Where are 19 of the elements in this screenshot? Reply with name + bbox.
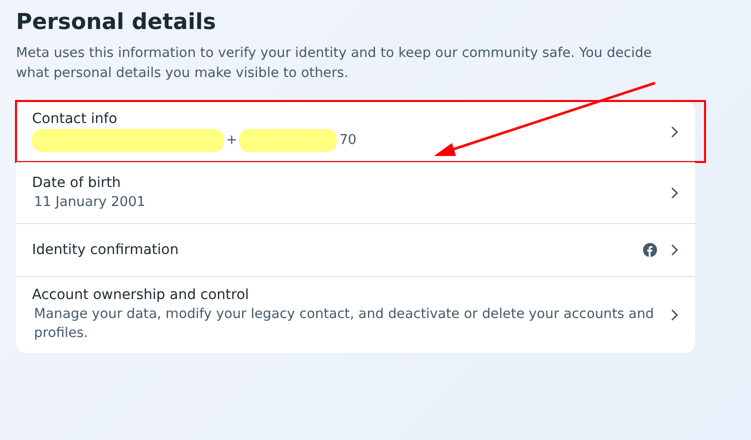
row-value: + — [225, 131, 238, 150]
details-row[interactable]: Date of birth 11 January 2001 — [16, 162, 695, 223]
row-value: 11 January 2001 — [33, 192, 146, 212]
row-label: Account ownership and control — [32, 287, 250, 303]
row-label: Contact info — [32, 111, 118, 127]
page-title: Personal details — [16, 10, 218, 35]
row-label: Identity confirmation — [32, 242, 180, 258]
description-text: Meta uses this information to verify your identity and to keep our community safe. You decide what personal details you make visible to others. — [16, 44, 653, 83]
chevron-right-icon — [669, 124, 679, 138]
details-row[interactable]: Account ownership and control Manage your data, modify your legacy contact, and deactivate or delete your accounts and profiles. — [16, 276, 695, 353]
details-row[interactable]: Contact info + 70 — [16, 101, 695, 162]
chevron-right-icon — [669, 308, 679, 322]
row-label: Date of birth — [32, 174, 122, 190]
row-value: 70 — [338, 131, 358, 150]
facebook-icon — [643, 243, 657, 257]
details-row[interactable]: Identity confirmation — [16, 223, 695, 276]
chevron-right-icon — [669, 243, 679, 257]
row-value: Manage your data, modify your legacy contact, and deactivate or delete your accounts and profiles. — [33, 305, 655, 343]
chevron-right-icon — [669, 186, 679, 200]
